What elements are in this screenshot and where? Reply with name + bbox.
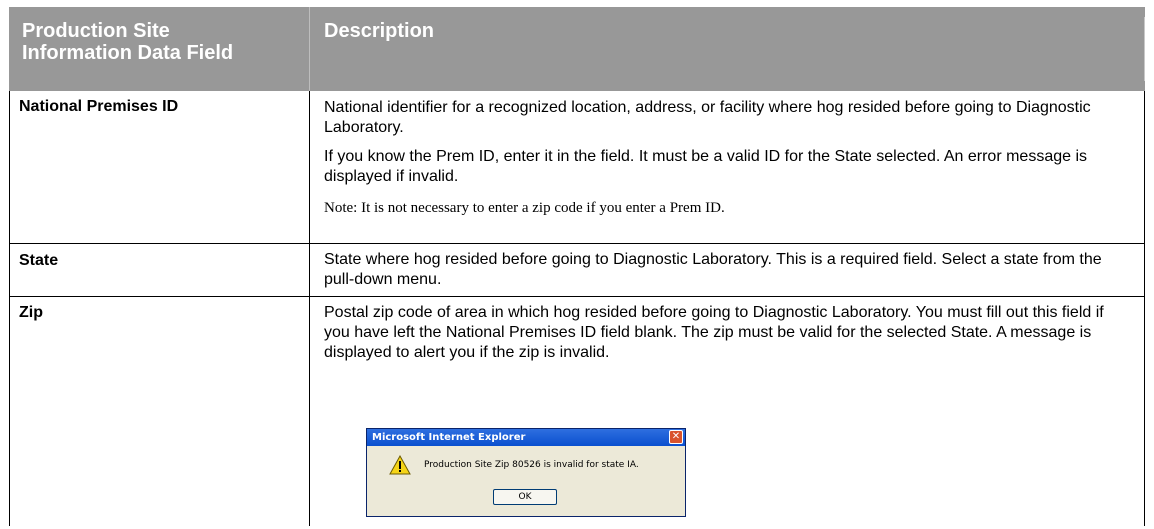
field-name: State bbox=[19, 252, 59, 269]
header-field-label: Production Site Information Data Field bbox=[22, 20, 234, 64]
table-row: National Premises ID National identifier… bbox=[9, 91, 1145, 244]
field-name: National Premises ID bbox=[19, 98, 179, 115]
description-paragraph: Postal zip code of area in which hog res… bbox=[324, 304, 1104, 361]
header-cell-description: Description bbox=[310, 7, 1145, 91]
field-cell: National Premises ID bbox=[9, 91, 310, 243]
table-row: State State where hog resided before goi… bbox=[9, 244, 1145, 297]
dialog-title: Microsoft Internet Explorer bbox=[372, 432, 526, 443]
field-cell: State bbox=[9, 244, 310, 296]
field-cell: Zip bbox=[9, 297, 310, 526]
header-description-label: Description bbox=[324, 20, 435, 42]
description-cell: National identifier for a recognized loc… bbox=[310, 91, 1145, 243]
description-paragraph: State where hog resided before going to … bbox=[324, 251, 1102, 288]
table-header: Production Site Information Data Field D… bbox=[9, 7, 1145, 91]
warning-icon bbox=[389, 455, 411, 475]
description-paragraph: National identifier for a recognized loc… bbox=[324, 99, 1091, 136]
dialog-message: Production Site Zip 80526 is invalid for… bbox=[424, 460, 639, 470]
description-cell: State where hog resided before going to … bbox=[310, 244, 1145, 296]
ok-button[interactable]: OK bbox=[493, 489, 557, 505]
field-name: Zip bbox=[19, 304, 43, 321]
error-dialog: Microsoft Internet Explorer ✕ Production… bbox=[366, 428, 686, 517]
close-icon[interactable]: ✕ bbox=[669, 430, 683, 444]
description-note: Note: It is not necessary to enter a zip… bbox=[324, 200, 725, 216]
description-paragraph: If you know the Prem ID, enter it in the… bbox=[324, 148, 1088, 185]
dialog-title-bar: Microsoft Internet Explorer ✕ bbox=[367, 429, 685, 446]
header-cell-field: Production Site Information Data Field bbox=[9, 7, 310, 91]
